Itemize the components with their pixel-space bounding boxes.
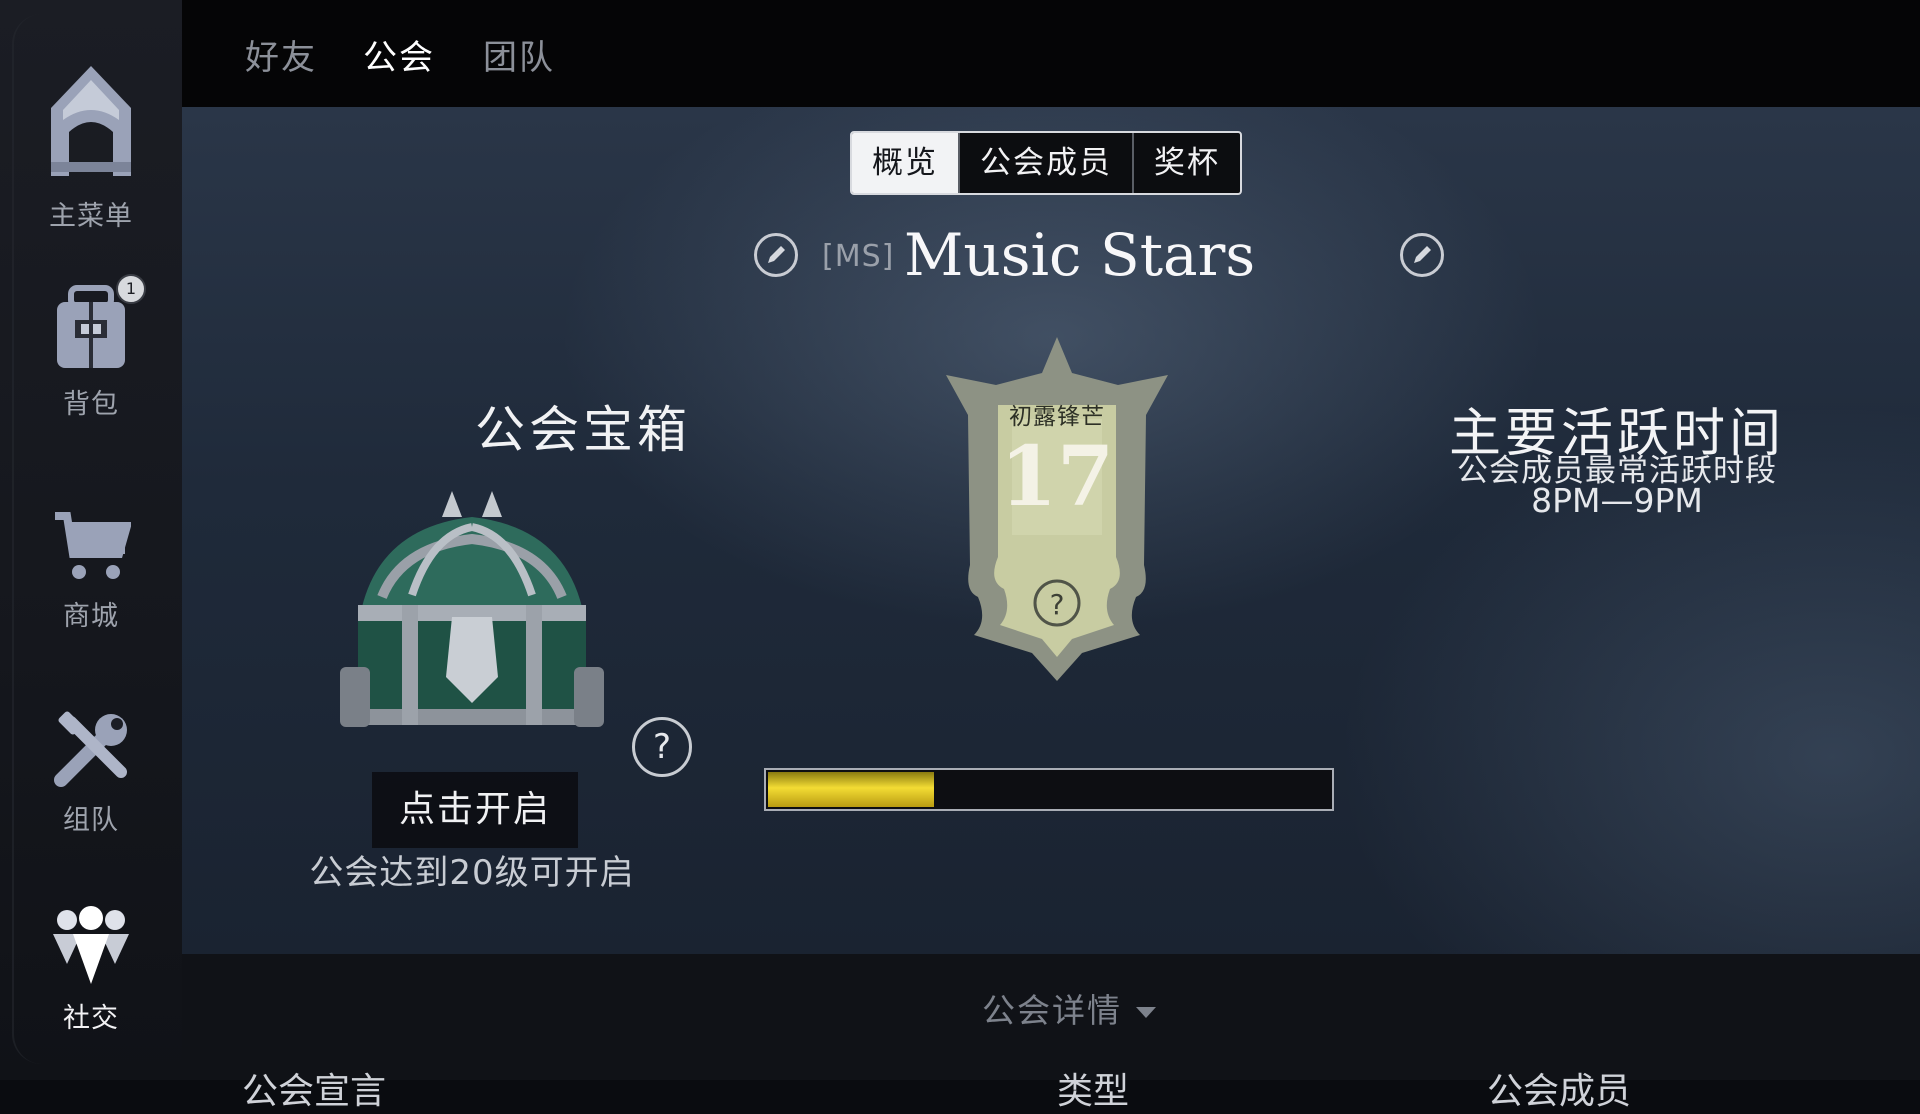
sidebar-item-label: 组队 bbox=[63, 805, 119, 836]
home-icon bbox=[51, 66, 131, 176]
notification-badge: 1 bbox=[116, 274, 146, 304]
guild-exp-progress-bar bbox=[764, 768, 1334, 811]
guild-rank-name: 初露锋芒 bbox=[1009, 404, 1105, 430]
guild-declaration-header: 公会宣言 bbox=[242, 1071, 387, 1112]
chevron-down-icon bbox=[1136, 1007, 1156, 1018]
tab-guild[interactable]: 公会 bbox=[363, 30, 435, 79]
guild-details-label: 公会详情 bbox=[982, 991, 1122, 1030]
open-chest-button[interactable]: 点击开启 bbox=[372, 772, 578, 848]
team-tools-icon bbox=[54, 711, 127, 787]
sidebar-item-label: 主菜单 bbox=[49, 201, 133, 232]
backpack-icon bbox=[57, 285, 125, 368]
guild-members-header: 公会成员 bbox=[1487, 1071, 1632, 1112]
top-bar: 好友 公会 团队 bbox=[182, 0, 1920, 107]
tab-guild-members[interactable]: 公会成员 bbox=[958, 133, 1132, 193]
level-help-button[interactable] bbox=[1035, 581, 1079, 625]
tab-party[interactable]: 团队 bbox=[483, 30, 555, 79]
segmented-control: 概览 公会成员 奖杯 bbox=[850, 131, 1242, 195]
guild-chest-title: 公会宝箱 bbox=[475, 401, 691, 459]
chest-unlock-note: 公会达到20级可开启 bbox=[309, 853, 635, 893]
edit-name-button[interactable] bbox=[1400, 233, 1444, 277]
guild-name: Music Stars bbox=[904, 221, 1256, 289]
edit-tag-button[interactable] bbox=[754, 233, 798, 277]
sidebar-item-label: 商城 bbox=[63, 601, 119, 632]
sidebar-item-social[interactable]: 社交 bbox=[0, 904, 182, 1035]
active-time-hours: 8PM—9PM bbox=[1531, 481, 1703, 520]
sidebar-item-backpack[interactable]: 1 背包 bbox=[0, 274, 182, 421]
tab-overview[interactable]: 概览 bbox=[852, 133, 958, 193]
guild-level-value: 17 bbox=[999, 429, 1115, 525]
social-icon bbox=[53, 906, 129, 984]
cart-icon bbox=[55, 512, 131, 579]
guild-overview-panel: 概览 公会成员 奖杯 [MS] Music Stars 公会宝箱 ? 点击开启 … bbox=[182, 107, 1920, 954]
sidebar-item-label: 社交 bbox=[63, 1003, 119, 1034]
sidebar-item-shop[interactable]: 商城 bbox=[0, 510, 182, 633]
guild-title-row: [MS] Music Stars bbox=[754, 217, 1474, 297]
tab-friends[interactable]: 好友 bbox=[245, 30, 317, 79]
treasure-chest-icon[interactable] bbox=[322, 477, 622, 777]
guild-type-header: 类型 bbox=[1057, 1071, 1130, 1112]
progress-fill bbox=[768, 772, 934, 807]
chest-help-button[interactable]: ? bbox=[632, 717, 692, 777]
guild-details-strip: 公会详情 公会宣言 类型 公会成员 bbox=[182, 954, 1920, 1112]
tab-trophies[interactable]: 奖杯 bbox=[1132, 133, 1240, 193]
pencil-icon bbox=[1414, 246, 1431, 263]
guild-details-toggle[interactable]: 公会详情 bbox=[982, 984, 1156, 1032]
sidebar-item-main-menu[interactable]: 主菜单 bbox=[0, 62, 182, 233]
guild-tag: [MS] bbox=[822, 239, 895, 274]
sidebar-item-team[interactable]: 组队 bbox=[0, 710, 182, 837]
sidebar-item-label: 背包 bbox=[63, 389, 119, 420]
pencil-icon bbox=[768, 246, 785, 263]
sidebar: 主菜单 1 背包 商城 组队 社交 bbox=[0, 0, 182, 1080]
